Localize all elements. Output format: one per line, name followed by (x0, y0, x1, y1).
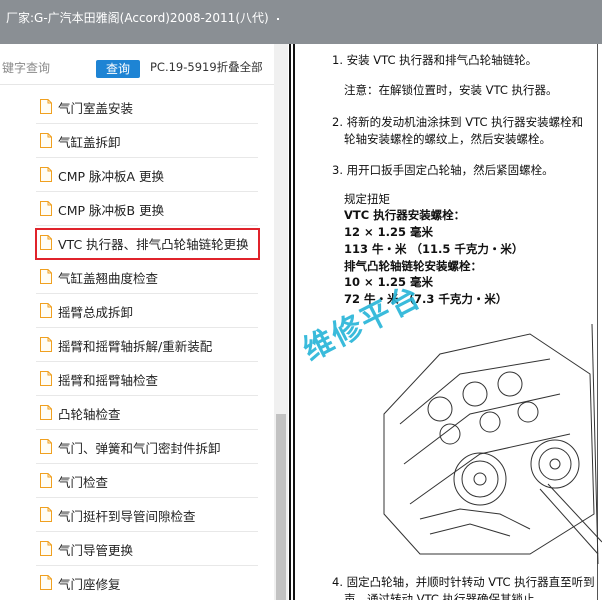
tree-scrollbar[interactable] (274, 44, 288, 600)
title-dot (276, 17, 279, 20)
step-4-line-2: 声，通过转动 VTC 执行器确保其锁止。 (344, 592, 547, 600)
tree-item-label: CMP 脉冲板A 更换 (58, 169, 165, 184)
tree-item[interactable]: 摇臂和摇臂轴检查 (0, 362, 276, 396)
window-title: 厂家:G-广汽本田雅阁(Accord)2008-2011(八代) (6, 11, 269, 25)
tree-item[interactable]: 气门检查 (0, 464, 276, 498)
tree-item-label: 摇臂总成拆卸 (58, 305, 134, 320)
tree-item-label: 摇臂和摇臂轴检查 (58, 373, 159, 388)
tree-item-label: 气门、弹簧和气门密封件拆卸 (58, 441, 221, 456)
tree-item[interactable]: 气缸盖翘曲度检查 (0, 260, 276, 294)
document-icon (40, 201, 52, 216)
step-1: 1. 安装 VTC 执行器和排气凸轮轴链轮。 (332, 53, 538, 67)
step-3: 3. 用开口扳手固定凸轮轴，然后紧固螺栓。 (332, 163, 554, 177)
document-icon (40, 269, 52, 284)
tree-item-label: 气门室盖安装 (58, 101, 134, 116)
engine-camshaft-illustration (383, 323, 602, 564)
vtc-bolt-torque: 113 牛・米 （11.5 千克力・米） (344, 242, 524, 256)
tree-item-label: 气门座修复 (58, 577, 121, 592)
document-icon (40, 337, 52, 352)
vtc-bolt-size: 12 × 1.25 毫米 (344, 225, 434, 239)
document-icon (40, 99, 52, 114)
tree-item-label: 气缸盖翘曲度检查 (58, 271, 159, 286)
tree-item-selected[interactable]: VTC 执行器、排气凸轮轴链轮更换 (0, 226, 276, 260)
tree-item[interactable]: 凸轮轴检查 (0, 396, 276, 430)
document-icon (40, 303, 52, 318)
tree-item[interactable]: CMP 脉冲板B 更换 (0, 192, 276, 226)
tree-item[interactable]: 气门、弹簧和气门密封件拆卸 (0, 430, 276, 464)
panel-separator[interactable] (288, 44, 296, 600)
tree-item[interactable]: 摇臂和摇臂轴拆解/重新装配 (0, 328, 276, 362)
tree-item[interactable]: 气缸盖拆卸 (0, 124, 276, 158)
document-icon (40, 133, 52, 148)
vtc-bolt-label: VTC 执行器安装螺栓： (344, 208, 466, 222)
torque-heading: 规定扭矩 (344, 192, 390, 206)
note-1: 注意：在解锁位置时，安装 VTC 执行器。 (344, 83, 558, 97)
chapter-tree: 气门室盖安装 气缸盖拆卸 CMP 脉冲板A 更换 CMP 脉冲板B 更换 VTC… (0, 90, 276, 600)
sprocket-bolt-label: 排气凸轮轴链轮安装螺栓： (344, 259, 482, 273)
tree-item-label: 气缸盖拆卸 (58, 135, 121, 150)
separator-line (289, 44, 291, 600)
tree-item-label: 气门检查 (58, 475, 109, 490)
tree-item[interactable]: 气门导管更换 (0, 532, 276, 566)
step-2-line-2: 轮轴安装螺栓的螺纹上，然后安装螺栓。 (344, 132, 551, 146)
step-2-line-1: 2. 将新的发动机油涂抹到 VTC 执行器安装螺栓和 (332, 115, 584, 129)
window-title-bar: 厂家:G-广汽本田雅阁(Accord)2008-2011(八代) (0, 0, 602, 44)
document-icon (40, 507, 52, 522)
document-icon (40, 167, 52, 182)
tree-item-label: 气门挺杆到导管间隙检查 (58, 509, 196, 524)
document-icon (40, 473, 52, 488)
document-icon (40, 541, 52, 556)
tree-item[interactable]: 摇臂总成拆卸 (0, 294, 276, 328)
tree-item[interactable]: 气门座修复 (0, 566, 276, 600)
document-icon (40, 575, 52, 590)
tree-item-label: 凸轮轴检查 (58, 407, 121, 422)
search-bar: 查询 PC.19-5919折叠全部 (0, 44, 288, 85)
tree-item-label: 摇臂和摇臂轴拆解/重新装配 (58, 339, 213, 354)
scroll-thumb[interactable] (276, 414, 286, 600)
search-button[interactable]: 查询 (96, 60, 140, 78)
document-icon (40, 235, 52, 250)
document-icon (40, 439, 52, 454)
tree-item-label: CMP 脉冲板B 更换 (58, 203, 165, 218)
step-4-line-1: 4. 固定凸轮轴，并顺时针转动 VTC 执行器直至听到 (332, 575, 595, 589)
tree-item[interactable]: 气门挺杆到导管间隙检查 (0, 498, 276, 532)
tree-item-label: VTC 执行器、排气凸轮轴链轮更换 (58, 237, 249, 252)
tree-panel: 查询 PC.19-5919折叠全部 气门室盖安装 气缸盖拆卸 CMP 脉冲板A … (0, 44, 288, 600)
tree-item[interactable]: 气门室盖安装 (0, 90, 276, 124)
separator-line (293, 44, 295, 600)
search-input[interactable] (0, 58, 86, 78)
document-icon (40, 371, 52, 386)
tree-item-label: 气门导管更换 (58, 543, 134, 558)
document-icon (40, 405, 52, 420)
tree-item[interactable]: CMP 脉冲板A 更换 (0, 158, 276, 192)
collapse-all-link[interactable]: PC.19-5919折叠全部 (150, 59, 263, 75)
